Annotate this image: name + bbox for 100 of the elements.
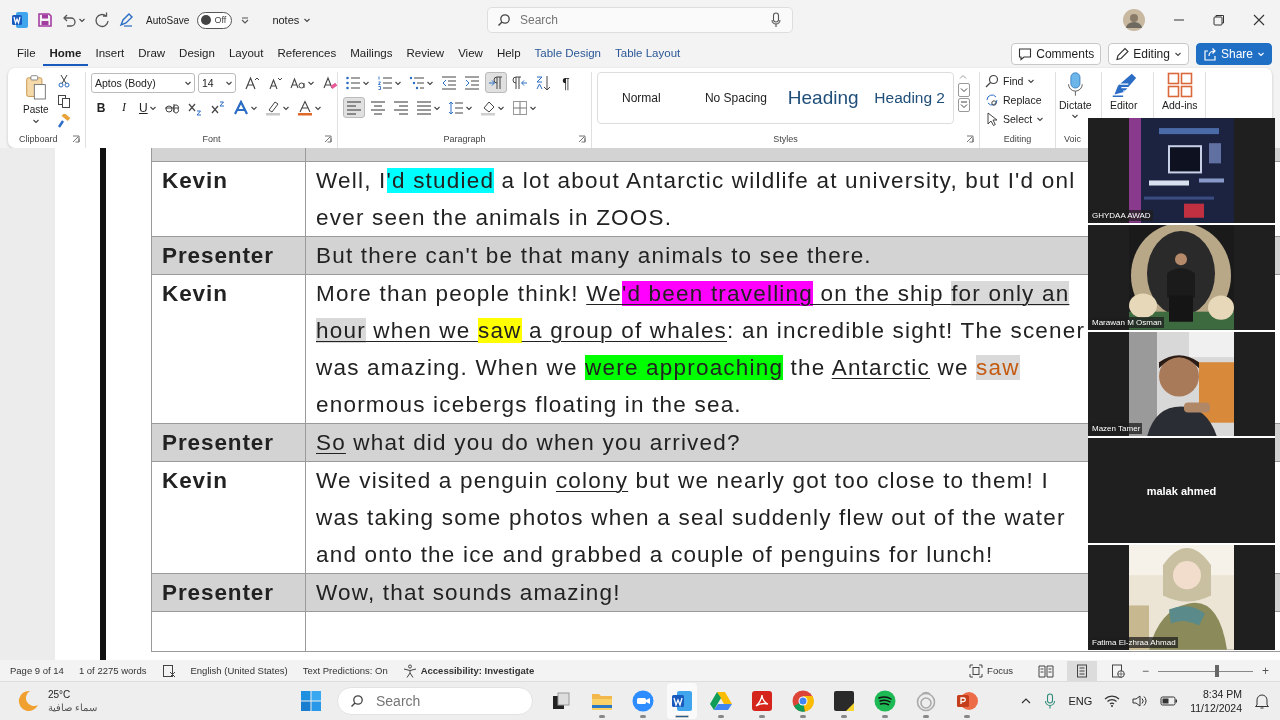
dialog-launcher-icon[interactable] <box>966 135 974 143</box>
taskbar-app-button[interactable] <box>667 683 697 719</box>
bold-button[interactable]: B <box>91 97 111 118</box>
customize-icon[interactable] <box>240 15 251 25</box>
ribbon-tab[interactable]: Help <box>489 42 528 66</box>
ribbon-tab[interactable]: Mailings <box>343 42 400 66</box>
ribbon-tab[interactable]: Table Layout <box>608 42 688 66</box>
left-to-right-button[interactable] <box>485 72 507 93</box>
style-option[interactable]: No Spacing <box>696 91 780 105</box>
zoom-in-button[interactable]: + <box>1259 663 1272 678</box>
document-name[interactable]: notes <box>272 14 312 26</box>
dialog-launcher-icon[interactable] <box>578 135 586 143</box>
cut-icon[interactable] <box>56 74 71 88</box>
clock-date[interactable]: 11/12/2024 <box>1190 701 1242 715</box>
ribbon-tab[interactable]: Layout <box>221 42 271 66</box>
save-icon[interactable] <box>37 12 53 28</box>
replace-button[interactable]: Replace <box>985 91 1042 108</box>
font-size-field[interactable]: 14 <box>198 72 236 93</box>
add-ins-button[interactable]: Add-ins <box>1159 72 1201 111</box>
word-count[interactable]: 1 of 2275 words <box>78 665 147 676</box>
scroll-down-icon[interactable] <box>958 83 970 97</box>
caret-icon <box>31 117 40 125</box>
caret-icon <box>1173 50 1182 58</box>
select-button[interactable]: Select <box>985 110 1045 127</box>
restore-icon[interactable] <box>1213 14 1225 26</box>
pdf-icon <box>752 691 772 711</box>
clock-time[interactable]: 8:34 PM <box>1202 687 1242 701</box>
proofing-icon[interactable] <box>161 663 176 678</box>
italic-button[interactable]: I <box>114 97 134 118</box>
decrease-indent-icon <box>441 74 457 91</box>
editing-button[interactable]: Editing <box>1108 43 1189 65</box>
text-predictions-status[interactable]: Text Predictions: On <box>302 665 388 676</box>
taskbar-search-field[interactable]: Search <box>337 687 533 715</box>
microphone-icon[interactable] <box>1044 693 1057 709</box>
video-tile[interactable]: Marawan M Osman <box>1088 224 1275 330</box>
close-icon[interactable] <box>1253 14 1265 26</box>
more-styles-icon[interactable] <box>958 98 970 112</box>
ribbon-tab[interactable]: References <box>270 42 344 66</box>
video-tile[interactable]: GHYDAA AWAD <box>1088 118 1275 223</box>
ribbon-tab[interactable]: File <box>10 42 43 66</box>
justify-icon <box>416 99 432 116</box>
input-language[interactable]: ENG <box>1068 695 1093 707</box>
avatar-icon[interactable] <box>1123 9 1145 31</box>
volume-icon[interactable] <box>1132 694 1149 708</box>
undo-icon[interactable] <box>61 12 77 28</box>
zoom-slider-thumb[interactable] <box>1214 664 1219 677</box>
style-option[interactable]: Heading 2 <box>866 89 953 107</box>
temperature[interactable]: 25°C <box>48 688 97 701</box>
video-tile[interactable]: Mazen Tamer <box>1088 331 1275 437</box>
microphone-icon[interactable] <box>771 12 781 28</box>
print-layout-button[interactable] <box>1066 660 1097 681</box>
participant-name: Mazen Tamer <box>1090 423 1143 435</box>
show-marks-button[interactable]: ¶ <box>556 72 576 93</box>
underline-button[interactable]: U <box>137 97 159 118</box>
accessibility-status[interactable]: Accessibility: Investigate <box>402 663 535 678</box>
comments-button[interactable]: Comments <box>1011 43 1102 65</box>
ribbon-tab[interactable]: View <box>451 42 490 66</box>
font-name-field[interactable]: Aptos (Body) <box>91 72 195 93</box>
ribbon-tab[interactable]: Draw <box>131 42 173 66</box>
find-button[interactable]: Find <box>985 72 1036 89</box>
notifications-icon[interactable] <box>1254 693 1270 709</box>
group-label: Voic <box>1064 134 1081 144</box>
search-field[interactable]: Search <box>487 7 793 33</box>
align-left-button[interactable] <box>343 97 365 118</box>
focus-button[interactable]: Focus <box>969 663 1013 678</box>
ribbon-tab[interactable]: Design <box>172 42 222 66</box>
video-tile[interactable]: malak ahmed <box>1088 438 1275 544</box>
dictate-button[interactable]: Dictate <box>1056 72 1095 120</box>
pen-icon[interactable] <box>118 12 134 28</box>
dialog-launcher-icon[interactable] <box>72 135 80 143</box>
weather-condition[interactable]: سماء صافية <box>48 701 97 714</box>
style-option[interactable]: Normal <box>614 91 697 105</box>
caret-icon[interactable] <box>78 16 86 24</box>
ribbon-tab[interactable]: Insert <box>88 42 132 66</box>
replace-icon <box>985 92 999 107</box>
ribbon-tab[interactable]: Table Design <box>527 42 608 66</box>
ribbon-tab[interactable]: Review <box>399 42 452 66</box>
dialog-launcher-icon[interactable] <box>324 135 332 143</box>
editor-button[interactable]: Editor <box>1107 72 1141 111</box>
autosave-toggle[interactable]: Off <box>197 11 233 29</box>
start-icon[interactable] <box>300 690 322 712</box>
video-camera-icon <box>632 690 654 712</box>
battery-icon[interactable] <box>1160 695 1179 707</box>
page-count[interactable]: Page 9 of 14 <box>10 665 64 676</box>
style-option[interactable]: Heading <box>779 87 867 109</box>
group-label: Editing <box>1003 134 1032 144</box>
paste-button[interactable]: Paste <box>19 72 53 127</box>
drive-icon <box>710 691 732 711</box>
word-logo-icon <box>11 11 29 29</box>
zoom-out-button[interactable]: − <box>1138 663 1152 678</box>
video-tile[interactable]: Fatima El-zhraa Ahmad <box>1088 545 1275 650</box>
language-status[interactable]: English (United States) <box>190 665 288 676</box>
wifi-icon[interactable] <box>1104 694 1121 708</box>
read-mode-icon <box>1037 663 1054 678</box>
redo-icon[interactable] <box>94 12 110 28</box>
format-painter-icon[interactable] <box>56 114 71 128</box>
ribbon-tab[interactable]: Home <box>42 42 89 66</box>
copy-icon[interactable] <box>56 94 71 108</box>
share-button[interactable]: Share <box>1195 43 1272 65</box>
speaker-cell: Presenter <box>151 236 306 274</box>
